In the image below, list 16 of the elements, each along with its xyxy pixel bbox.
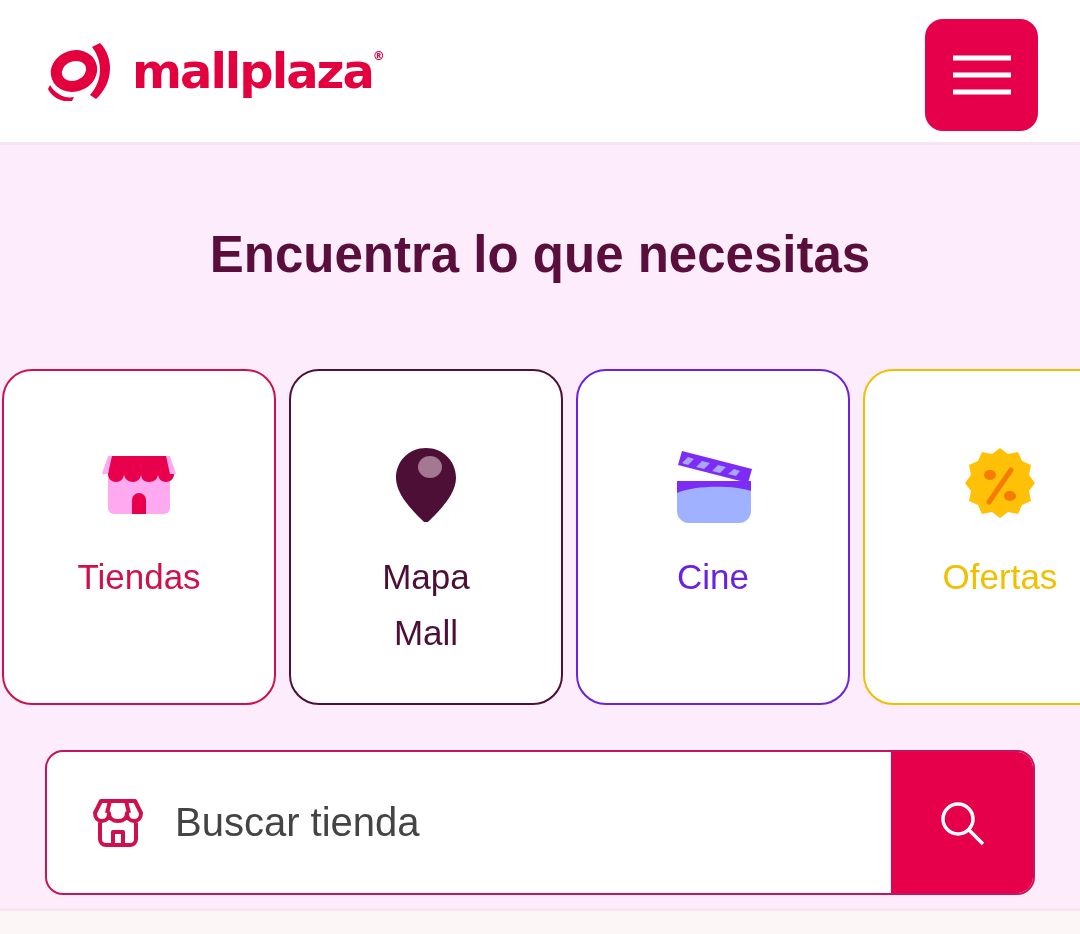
section-heading: Encuentra lo que necesitas — [208, 225, 872, 285]
store-icon — [102, 454, 176, 516]
map-pin-icon — [396, 448, 456, 522]
category-label: Ofertas — [942, 556, 1058, 598]
menu-icon — [952, 55, 1011, 95]
search-button[interactable] — [891, 752, 1033, 893]
store-outline-icon — [93, 797, 143, 848]
category-label: Mapa Mall — [381, 556, 471, 654]
category-card[interactable]: Cine — [576, 369, 850, 705]
category-label: Cine — [677, 556, 749, 598]
menu-button[interactable] — [925, 19, 1038, 131]
category-card[interactable]: Tiendas — [2, 369, 276, 705]
logo-text: mallplaza$^{®}$ — [132, 43, 385, 99]
search-icon — [939, 799, 985, 846]
category-card[interactable]: Mapa Mall — [289, 369, 563, 705]
category-label: Tiendas — [77, 556, 201, 598]
